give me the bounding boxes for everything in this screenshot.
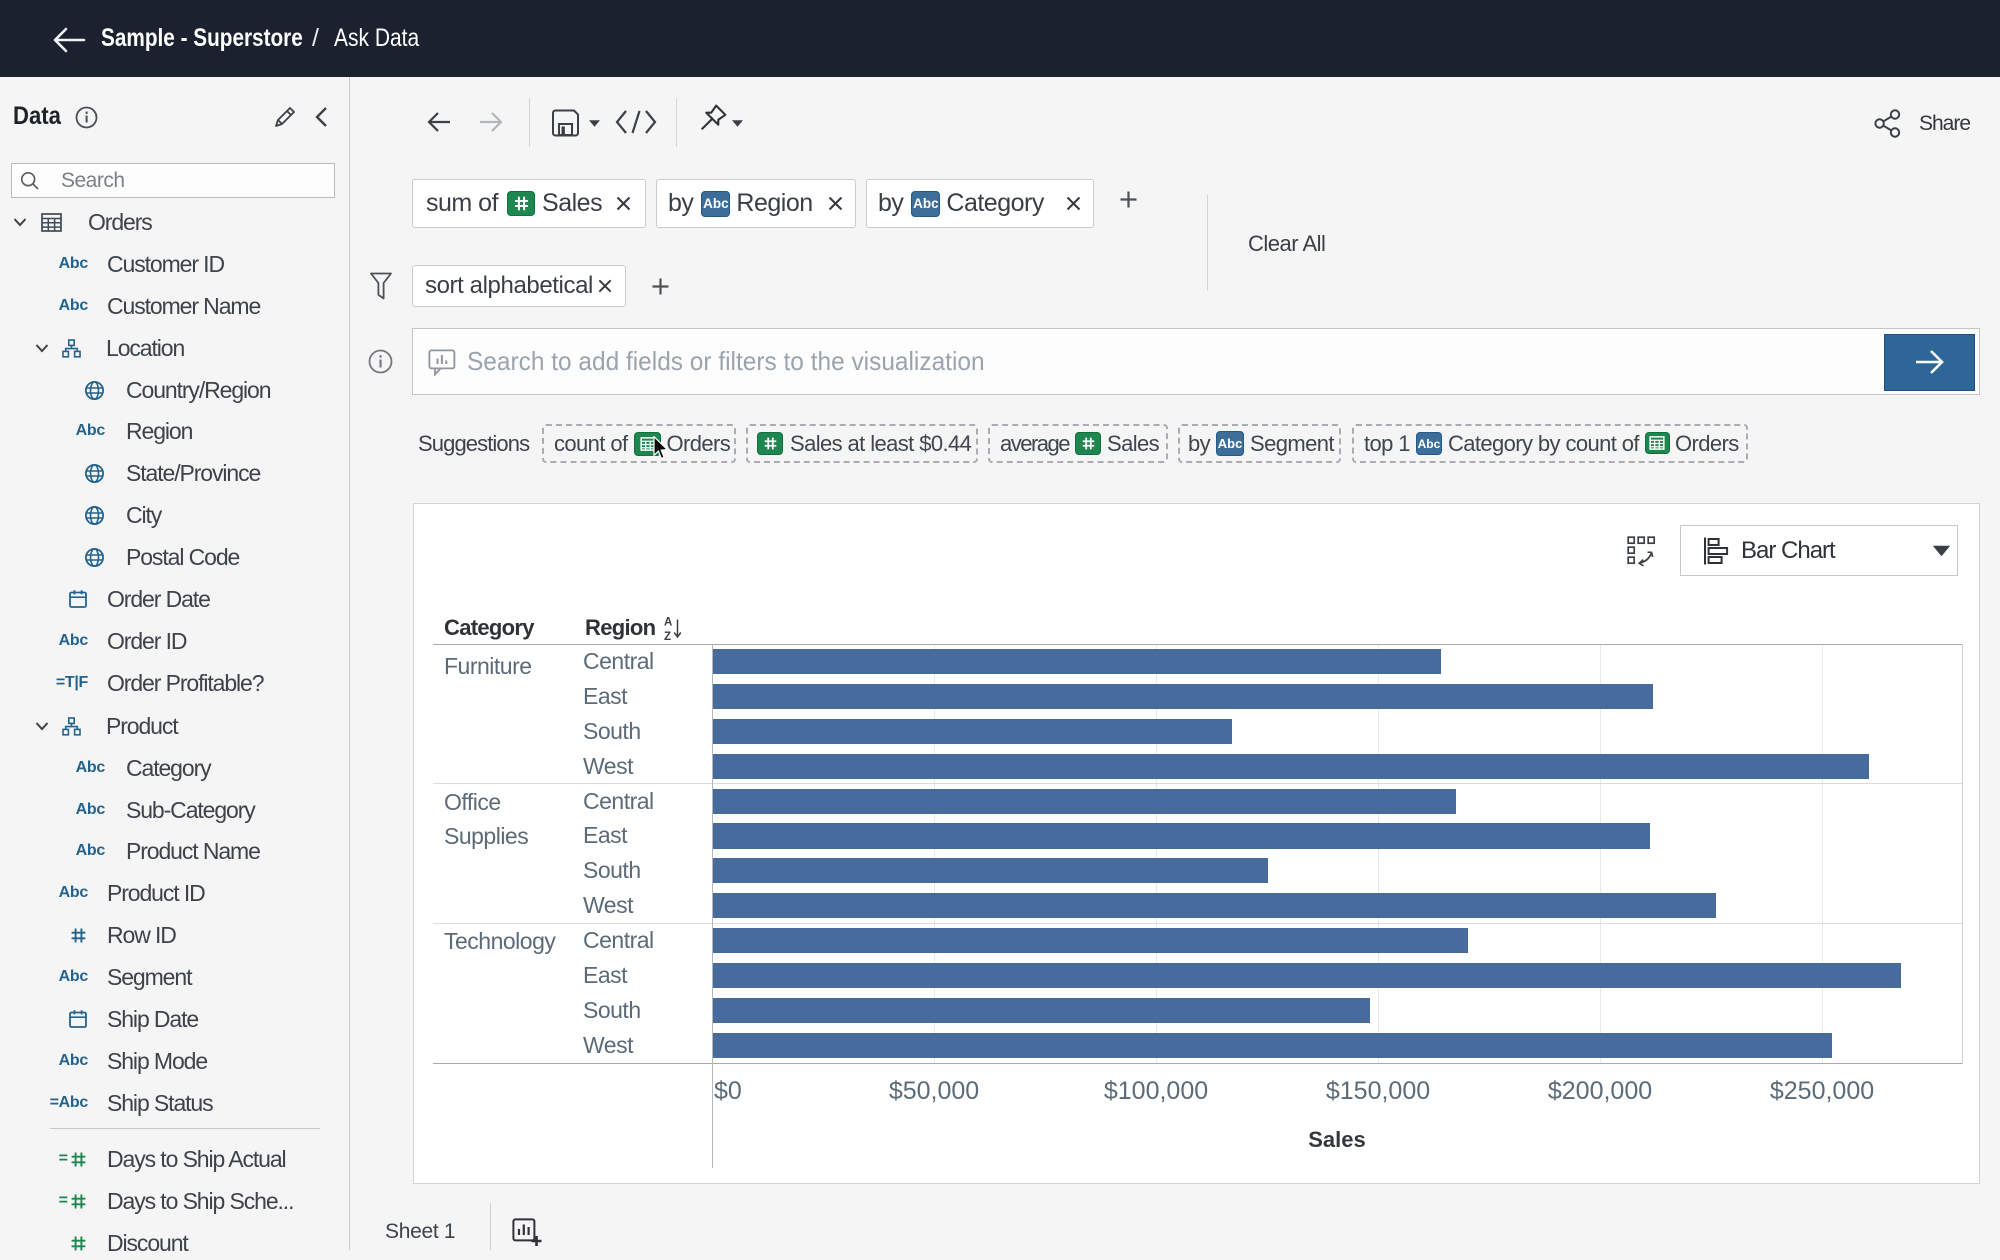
svg-text:Z: Z	[664, 631, 671, 642]
svg-text:A: A	[664, 617, 672, 629]
